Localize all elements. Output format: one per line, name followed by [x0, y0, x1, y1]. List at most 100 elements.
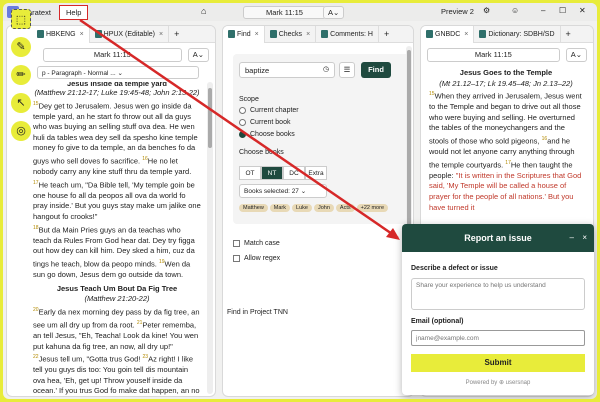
- checks-icon: [269, 30, 277, 38]
- verse-paragraph: 15Dey get to Jerusalem. Jesus wen go ins…: [33, 99, 201, 223]
- user-icon[interactable]: ☺: [511, 6, 519, 15]
- section-heading: Jesus Teach Um Bout Da Fig Tree: [56, 283, 178, 293]
- tab-checks[interactable]: Checks ×: [265, 26, 317, 43]
- book-chip[interactable]: Acts: [335, 204, 355, 212]
- book-chip[interactable]: Mark: [269, 204, 291, 212]
- close-tab-icon[interactable]: ×: [159, 31, 163, 38]
- maximize-icon[interactable]: ☐: [559, 6, 566, 15]
- scrollbar-thumb[interactable]: [407, 50, 411, 230]
- scope-choose-books[interactable]: Choose books: [239, 131, 295, 138]
- match-case-checkbox[interactable]: Match case: [233, 240, 280, 247]
- book-chip[interactable]: Luke: [292, 204, 312, 212]
- find-icon: [228, 30, 235, 38]
- font-size-button[interactable]: A⌄: [187, 48, 209, 62]
- minimize-dialog-icon[interactable]: –: [570, 224, 574, 252]
- tab-label: Find: [237, 30, 251, 38]
- book-chips: Matthew Mark Luke John Acts +22 more: [239, 204, 405, 212]
- close-tab-icon[interactable]: ×: [306, 31, 310, 38]
- search-input[interactable]: baptize: [239, 62, 335, 78]
- checkbox-label: Allow regex: [244, 255, 281, 262]
- resource-text[interactable]: Jesus Goes to the Temple (Mt 21.12–17; L…: [429, 68, 583, 218]
- book-chip[interactable]: Matthew: [239, 204, 268, 212]
- verse-paragraph: 15When they arrived in Jerusalem, Jesus …: [429, 89, 583, 213]
- scope-current-chapter[interactable]: Current chapter: [239, 107, 299, 114]
- radio-button[interactable]: [239, 119, 246, 126]
- segment-dc[interactable]: DC: [283, 166, 305, 180]
- scripture-text[interactable]: Jesus inside da temple yard (Matthew 21:…: [33, 82, 201, 396]
- submit-button[interactable]: Submit: [411, 354, 585, 372]
- tab-hpux[interactable]: HPUX (Editable) ×: [90, 26, 170, 43]
- book-chip[interactable]: John: [313, 204, 334, 212]
- close-tab-icon[interactable]: ×: [464, 31, 468, 38]
- allow-regex-checkbox[interactable]: Allow regex: [233, 255, 280, 262]
- pen-icon[interactable]: ✏: [11, 65, 31, 85]
- gear-icon[interactable]: ⚙: [483, 6, 490, 15]
- tab-find[interactable]: Find ×: [223, 26, 265, 43]
- choose-books-label: Choose books: [239, 149, 284, 156]
- tab-comments[interactable]: Comments: H: [316, 26, 379, 43]
- tab-label: Dictionary: SDBH/SD: [488, 30, 555, 38]
- select-region-icon[interactable]: ⬚: [11, 9, 31, 29]
- describe-field[interactable]: [411, 278, 585, 310]
- select-value: p - Paragraph - Normal ...: [42, 70, 116, 77]
- reference-input[interactable]: Mark 11:15: [43, 48, 182, 62]
- segment-nt[interactable]: NT: [261, 166, 283, 180]
- checkbox[interactable]: [233, 240, 240, 247]
- right-tabs: GNBDC × Dictionary: SDBH/SD +: [421, 26, 593, 43]
- dialog-title: Report an issue: [464, 233, 532, 243]
- find-options-box: baptize ◷ ☰ Find Scope Current chapter C…: [233, 54, 411, 224]
- reference-selector[interactable]: Mark 11:15: [243, 6, 326, 19]
- middle-tabs: Find × Checks × Comments: H +: [223, 26, 413, 43]
- section-reference: (Matthew 21:12-17; Luke 19:45-48; John 2…: [34, 88, 200, 97]
- close-tab-icon[interactable]: ×: [255, 31, 259, 38]
- left-tabs: HBKENG × HPUX (Editable) × +: [7, 26, 215, 43]
- scripture-editor-panel: HBKENG × HPUX (Editable) × + Mark 11:15 …: [6, 25, 216, 397]
- books-selected-dropdown[interactable]: Books selected: 27 ⌄: [239, 184, 327, 198]
- close-tab-icon[interactable]: ×: [80, 31, 84, 38]
- find-in-project-label: Find in Project TNN: [227, 309, 288, 316]
- scrollbar[interactable]: [207, 82, 213, 394]
- hide-icon[interactable]: ◎: [11, 121, 31, 141]
- minimize-icon[interactable]: –: [541, 6, 545, 15]
- reference-input[interactable]: Mark 11:15: [427, 48, 560, 62]
- tab-dictionary[interactable]: Dictionary: SDBH/SD: [474, 26, 561, 43]
- describe-label: Describe a defect or issue: [411, 265, 498, 272]
- comments-icon: [321, 30, 329, 38]
- scrollbar-thumb[interactable]: [208, 88, 212, 148]
- close-icon[interactable]: ✕: [579, 6, 586, 15]
- preview-label: Preview 2: [441, 7, 474, 16]
- tab-gnbdc[interactable]: GNBDC ×: [421, 26, 475, 43]
- paragraph-style-select[interactable]: p - Paragraph - Normal ... ⌄: [37, 66, 199, 79]
- tab-label: HPUX (Editable): [103, 30, 156, 38]
- radio-button[interactable]: [239, 131, 246, 138]
- arrow-tool-icon[interactable]: ↖: [11, 93, 31, 113]
- find-panel: Find × Checks × Comments: H + baptize ◷ …: [222, 25, 414, 397]
- help-menu[interactable]: Help: [58, 4, 89, 20]
- section-reference: (Mt 21.12–17; Lk 19.45–48; Jn 2.13–22): [439, 78, 573, 88]
- add-tab-button[interactable]: +: [561, 29, 576, 39]
- radio-button[interactable]: [239, 107, 246, 114]
- find-button[interactable]: Find: [361, 62, 391, 78]
- verse-text: He teach um, "Da Bible tell, 'My temple …: [33, 180, 201, 222]
- segment-extra[interactable]: Extra: [305, 166, 327, 180]
- book-icon: [94, 30, 102, 38]
- font-size-button[interactable]: A⌄: [323, 6, 345, 19]
- tab-label: Comments: H: [330, 30, 373, 38]
- home-icon[interactable]: ⌂: [201, 6, 206, 16]
- history-icon[interactable]: ◷: [323, 65, 329, 73]
- add-tab-button[interactable]: +: [379, 29, 394, 39]
- tab-label: GNBDC: [435, 30, 461, 38]
- search-options-icon[interactable]: ☰: [339, 62, 355, 78]
- more-books-chip[interactable]: +22 more: [356, 204, 388, 212]
- close-dialog-icon[interactable]: ×: [582, 224, 587, 252]
- add-tab-button[interactable]: +: [169, 29, 184, 39]
- font-size-button[interactable]: A⌄: [565, 48, 587, 62]
- comment-icon[interactable]: ✎: [11, 37, 31, 57]
- scope-current-book[interactable]: Current book: [239, 119, 290, 126]
- verse-text: Jesus tell um, "Gotta trus God!: [38, 354, 141, 364]
- tab-label: Checks: [278, 30, 303, 38]
- verse-paragraph: 20Early da nex morning dey pass by da fi…: [33, 305, 201, 352]
- checkbox[interactable]: [233, 255, 240, 262]
- email-field[interactable]: [411, 330, 585, 346]
- segment-ot[interactable]: OT: [239, 166, 261, 180]
